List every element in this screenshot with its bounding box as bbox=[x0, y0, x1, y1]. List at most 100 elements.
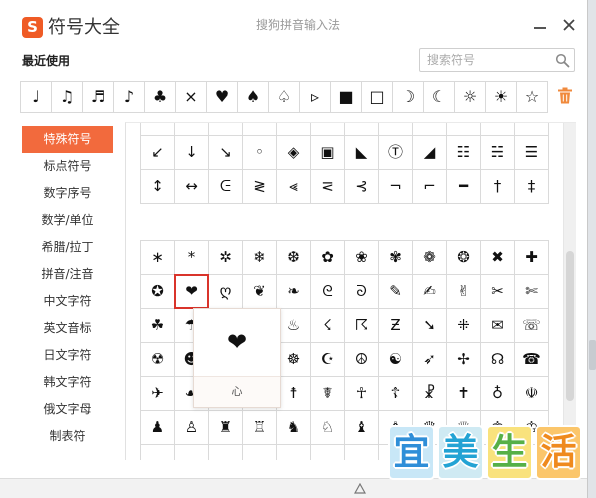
symbol-cell[interactable]: ⪡ bbox=[277, 170, 311, 204]
recent-symbol[interactable]: ▹ bbox=[299, 81, 331, 113]
symbol-cell[interactable] bbox=[277, 445, 311, 460]
symbol-cell[interactable]: ✝ bbox=[447, 377, 481, 411]
symbol-cell[interactable]: ✌ bbox=[447, 275, 481, 309]
symbol-cell[interactable]: ☤ bbox=[311, 377, 345, 411]
recent-symbol[interactable]: ♩ bbox=[20, 81, 52, 113]
scrollbar-thumb[interactable] bbox=[566, 251, 574, 401]
symbol-cell[interactable] bbox=[209, 445, 243, 460]
symbol-cell[interactable]: ☦ bbox=[379, 377, 413, 411]
symbol-cell[interactable]: ↔ bbox=[175, 170, 209, 204]
symbol-cell[interactable]: ᘓ bbox=[311, 275, 345, 309]
recent-symbol[interactable]: ♠ bbox=[237, 81, 269, 113]
symbol-cell[interactable]: ☵ bbox=[481, 136, 515, 170]
symbol-cell[interactable]: ♙ bbox=[175, 411, 209, 445]
symbol-cell[interactable]: ☈ bbox=[345, 309, 379, 343]
symbol-cell[interactable]: ☢ bbox=[141, 343, 175, 377]
symbol-cell[interactable]: ✲ bbox=[209, 241, 243, 275]
symbol-cell[interactable]: ↙ bbox=[141, 136, 175, 170]
symbol-cell[interactable] bbox=[243, 123, 277, 136]
symbol-cell[interactable]: ━ bbox=[447, 170, 481, 204]
symbol-cell[interactable]: ✪ bbox=[141, 275, 175, 309]
symbol-cell[interactable] bbox=[175, 123, 209, 136]
symbol-cell[interactable]: ☎ bbox=[515, 343, 549, 377]
symbol-cell[interactable] bbox=[277, 123, 311, 136]
symbol-cell[interactable] bbox=[447, 123, 481, 136]
symbol-cell[interactable]: ✾ bbox=[379, 241, 413, 275]
symbol-cell[interactable]: ↓ bbox=[175, 136, 209, 170]
symbol-cell[interactable]: ❦ bbox=[243, 275, 277, 309]
symbol-cell[interactable] bbox=[379, 123, 413, 136]
symbol-cell[interactable]: † bbox=[481, 170, 515, 204]
category-item-selected[interactable]: 特殊符号 bbox=[22, 126, 113, 153]
symbol-cell[interactable] bbox=[345, 123, 379, 136]
symbol-cell[interactable]: ✚ bbox=[515, 241, 549, 275]
symbol-cell[interactable]: ☪ bbox=[311, 343, 345, 377]
trash-icon[interactable] bbox=[557, 87, 573, 104]
recent-symbol[interactable]: ☼ bbox=[454, 81, 486, 113]
recent-symbol[interactable]: ♤ bbox=[268, 81, 300, 113]
symbol-cell[interactable] bbox=[141, 445, 175, 460]
symbol-cell[interactable] bbox=[413, 123, 447, 136]
symbol-cell[interactable] bbox=[243, 445, 277, 460]
symbol-cell[interactable]: ✄ bbox=[515, 275, 549, 309]
symbol-cell[interactable]: ‡ bbox=[515, 170, 549, 204]
symbol-cell[interactable]: ❂ bbox=[447, 241, 481, 275]
symbol-cell[interactable]: ✎ bbox=[379, 275, 413, 309]
recent-symbol[interactable]: ♬ bbox=[82, 81, 114, 113]
symbol-cell[interactable]: ☨ bbox=[277, 377, 311, 411]
symbol-cell[interactable]: ❄ bbox=[243, 241, 277, 275]
symbol-cell[interactable]: Ƶ bbox=[379, 309, 413, 343]
symbol-cell[interactable] bbox=[311, 445, 345, 460]
symbol-cell[interactable]: ♞ bbox=[277, 411, 311, 445]
symbol-cell[interactable]: ▣ bbox=[311, 136, 345, 170]
symbol-cell[interactable] bbox=[515, 123, 549, 136]
symbol-cell[interactable]: ♜ bbox=[209, 411, 243, 445]
symbol-cell[interactable]: ☸ bbox=[277, 343, 311, 377]
category-item[interactable]: 希腊/拉丁 bbox=[22, 234, 113, 261]
symbol-cell[interactable]: ≷ bbox=[243, 170, 277, 204]
symbol-cell[interactable]: ❁ bbox=[413, 241, 447, 275]
symbol-cell[interactable]: ✈ bbox=[141, 377, 175, 411]
symbol-cell[interactable]: ◢ bbox=[413, 136, 447, 170]
close-button[interactable] bbox=[560, 16, 578, 34]
category-item[interactable]: 日文字符 bbox=[22, 342, 113, 369]
symbol-cell[interactable] bbox=[175, 445, 209, 460]
symbol-cell[interactable]: ☫ bbox=[515, 377, 549, 411]
symbol-cell[interactable]: ✉ bbox=[481, 309, 515, 343]
category-item[interactable]: 数学/单位 bbox=[22, 207, 113, 234]
symbol-cell[interactable]: ღ bbox=[209, 275, 243, 309]
symbol-cell[interactable]: ➘ bbox=[413, 309, 447, 343]
symbol-cell[interactable]: ♟ bbox=[141, 411, 175, 445]
symbol-cell[interactable]: ◣ bbox=[345, 136, 379, 170]
symbol-cell[interactable]: ⊰ bbox=[345, 170, 379, 204]
symbol-cell[interactable]: ᕮ bbox=[209, 170, 243, 204]
symbol-cell[interactable]: ♨ bbox=[277, 309, 311, 343]
symbol-cell[interactable]: ☷ bbox=[447, 136, 481, 170]
category-item[interactable]: 标点符号 bbox=[22, 153, 113, 180]
symbol-cell[interactable]: Ⓣ bbox=[379, 136, 413, 170]
minimize-button[interactable] bbox=[531, 18, 549, 36]
symbol-cell[interactable] bbox=[481, 123, 515, 136]
symbol-cell[interactable]: ❧ bbox=[277, 275, 311, 309]
recent-symbol[interactable]: ■ bbox=[330, 81, 362, 113]
selected-symbol-cell[interactable]: ❤ bbox=[174, 274, 209, 309]
category-item[interactable]: 拼音/注音 bbox=[22, 261, 113, 288]
symbol-cell[interactable] bbox=[209, 123, 243, 136]
symbol-cell[interactable]: ☥ bbox=[345, 377, 379, 411]
symbol-cell[interactable]: ✢ bbox=[447, 343, 481, 377]
symbol-cell[interactable]: ✿ bbox=[311, 241, 345, 275]
symbol-cell[interactable]: ◈ bbox=[277, 136, 311, 170]
recent-symbol[interactable]: ♥ bbox=[206, 81, 238, 113]
symbol-cell[interactable]: ☘ bbox=[141, 309, 175, 343]
recent-symbol[interactable]: ☆ bbox=[516, 81, 548, 113]
symbol-cell[interactable]: ☏ bbox=[515, 309, 549, 343]
category-item[interactable]: 英文音标 bbox=[22, 315, 113, 342]
symbol-cell[interactable]: ↘ bbox=[209, 136, 243, 170]
symbol-cell[interactable]: ¬ bbox=[379, 170, 413, 204]
search-icon[interactable] bbox=[555, 53, 570, 68]
symbol-cell[interactable]: ↕ bbox=[141, 170, 175, 204]
symbol-cell[interactable]: ☮ bbox=[345, 343, 379, 377]
recent-symbol[interactable]: × bbox=[175, 81, 207, 113]
symbol-cell[interactable]: ✂ bbox=[481, 275, 515, 309]
symbol-cell[interactable]: ☊ bbox=[481, 343, 515, 377]
